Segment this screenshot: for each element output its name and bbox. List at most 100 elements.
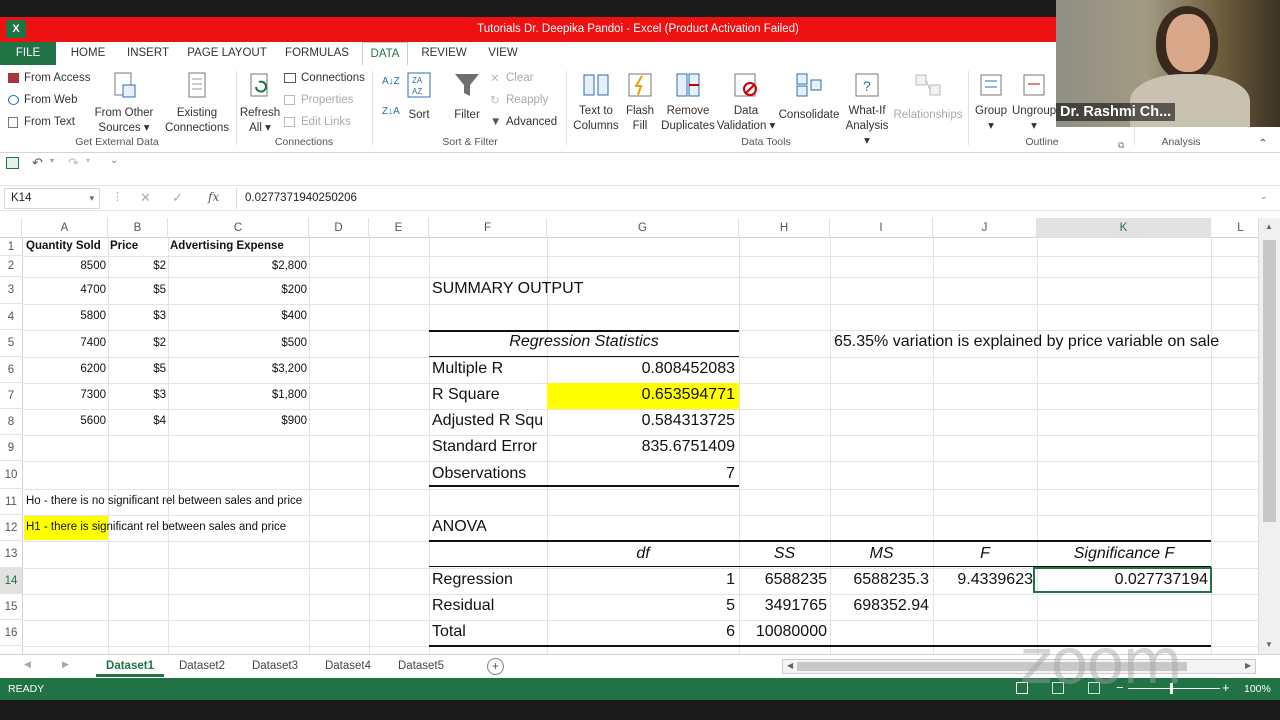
cell-j13[interactable]: F (933, 545, 1037, 563)
from-other-sources-button[interactable]: From Other Sources ▾ (92, 71, 156, 136)
scroll-down-icon[interactable]: ▼ (1265, 640, 1273, 649)
column-header[interactable]: E (369, 218, 429, 238)
insert-function-icon[interactable]: fx (208, 190, 219, 204)
cell-a6[interactable]: 6200 (22, 363, 106, 375)
row-header[interactable]: 6 (0, 357, 22, 383)
cell-g6[interactable]: 0.808452083 (547, 360, 735, 378)
column-header[interactable]: J (933, 218, 1037, 238)
cell-g13[interactable]: df (547, 545, 739, 563)
ungroup-button[interactable]: Ungroup ▾ (1012, 71, 1056, 134)
remove-duplicates-button[interactable]: Remove Duplicates (660, 71, 716, 134)
cell-j14[interactable]: 9.4339623 (933, 571, 1033, 589)
column-header[interactable]: C (168, 218, 309, 238)
advanced-filter-button[interactable]: ▼ Advanced (490, 115, 557, 129)
row-header[interactable]: 11 (0, 489, 22, 515)
cell-k14-selected[interactable]: 0.027737194 (1033, 567, 1212, 593)
collapse-ribbon-icon[interactable]: ⌃ (1258, 137, 1268, 151)
column-header[interactable]: H (739, 218, 830, 238)
cell-c3[interactable]: $200 (168, 284, 307, 296)
cell-b6[interactable]: $5 (108, 363, 166, 375)
cell-c8[interactable]: $900 (168, 415, 307, 427)
cell-i15[interactable]: 698352.94 (830, 597, 929, 615)
column-header[interactable]: I (830, 218, 933, 238)
redo-icon[interactable]: ↷ (68, 155, 79, 171)
reapply-button[interactable]: ↻ Reapply (490, 93, 548, 107)
cell-a12[interactable]: H1 - there is significant rel between sa… (26, 521, 286, 533)
expand-formula-bar-icon[interactable]: ⌄ (1260, 191, 1268, 202)
name-box-dropdown-icon[interactable]: ▾ (89, 189, 94, 208)
tab-review[interactable]: REVIEW (418, 42, 470, 65)
name-box[interactable]: K14 ▾ (4, 188, 100, 209)
cell-i14[interactable]: 6588235.3 (830, 571, 929, 589)
connections-button[interactable]: Connections (284, 71, 365, 85)
relationships-button[interactable]: Relationships (892, 71, 964, 123)
vertical-scrollbar[interactable]: ▲ ▼ (1258, 218, 1280, 654)
cell-c1[interactable]: Advertising Expense (170, 240, 284, 252)
horizontal-scrollbar[interactable]: ◀ ▶ (782, 659, 1256, 674)
consolidate-button[interactable]: Consolidate (776, 71, 842, 123)
row-header[interactable]: 8 (0, 409, 22, 435)
cell-a2[interactable]: 8500 (22, 260, 106, 272)
cell-f6[interactable]: Multiple R (432, 360, 503, 378)
scroll-thumb[interactable] (1263, 240, 1276, 522)
add-sheet-icon[interactable]: + (487, 658, 504, 675)
cell-b7[interactable]: $3 (108, 389, 166, 401)
cell-a5[interactable]: 7400 (22, 337, 106, 349)
cell-g16[interactable]: 6 (547, 623, 735, 641)
row-header[interactable]: 5 (0, 330, 22, 357)
row-header[interactable]: 3 (0, 277, 22, 304)
cell-k13[interactable]: Significance F (1037, 545, 1211, 563)
tab-file[interactable]: FILE (0, 42, 56, 65)
zoom-level[interactable]: 100% (1244, 683, 1271, 695)
row-header[interactable]: 13 (0, 541, 22, 568)
cancel-entry-icon[interactable]: ✕ (140, 190, 151, 206)
cell-a7[interactable]: 7300 (22, 389, 106, 401)
scroll-left-icon[interactable]: ◀ (787, 661, 793, 670)
row-header-selected[interactable]: 14 (0, 568, 22, 594)
text-to-columns-button[interactable]: Text to Columns (570, 71, 622, 134)
cell-a11[interactable]: Ho - there is no significant rel between… (26, 495, 302, 507)
sheet-tab-dataset2[interactable]: Dataset2 (168, 655, 236, 677)
redo-dropdown-icon[interactable]: ▾ (86, 156, 90, 165)
data-validation-button[interactable]: Data Validation ▾ (716, 71, 776, 134)
row-header[interactable]: 9 (0, 435, 22, 461)
column-header-selected[interactable]: K (1037, 218, 1211, 238)
sheet-tab-dataset3[interactable]: Dataset3 (241, 655, 309, 677)
row-header[interactable]: 15 (0, 594, 22, 620)
cell-b4[interactable]: $3 (108, 310, 166, 322)
tab-data[interactable]: DATA (362, 42, 408, 65)
filter-button[interactable]: Filter (448, 71, 486, 123)
cell-g9[interactable]: 835.6751409 (547, 438, 735, 456)
column-header[interactable]: F (429, 218, 547, 238)
cell-f9[interactable]: Standard Error (432, 438, 546, 456)
group-button[interactable]: Group ▾ (970, 71, 1012, 134)
cell-g10[interactable]: 7 (547, 465, 735, 483)
row-header[interactable]: 10 (0, 461, 22, 489)
cell-a1[interactable]: Quantity Sold (26, 240, 101, 252)
undo-icon[interactable]: ↶ (32, 155, 43, 171)
sort-ascending-button[interactable]: A↓Z (382, 75, 400, 89)
cell-f10[interactable]: Observations (432, 465, 526, 483)
row-header[interactable]: 2 (0, 256, 22, 277)
tab-formulas[interactable]: FORMULAS (282, 42, 352, 65)
flash-fill-button[interactable]: Flash Fill (622, 71, 658, 134)
cell-a3[interactable]: 4700 (22, 284, 106, 296)
sheet-tab-dataset4[interactable]: Dataset4 (314, 655, 382, 677)
cell-f12[interactable]: ANOVA (432, 518, 487, 536)
scroll-up-icon[interactable]: ▲ (1265, 222, 1273, 231)
select-all-corner[interactable] (0, 218, 22, 238)
cell-i13[interactable]: MS (830, 545, 933, 563)
existing-connections-button[interactable]: Existing Connections (162, 71, 232, 136)
cell-f8[interactable]: Adjusted R Squ (432, 412, 546, 430)
cell-g14[interactable]: 1 (547, 571, 735, 589)
customize-qat-icon[interactable]: ⌄ (110, 155, 118, 166)
worksheet-grid[interactable]: A B C D E F G H I J K L 1 2 3 4 5 6 7 8 … (0, 218, 1258, 654)
sort-descending-button[interactable]: Z↓A (382, 105, 400, 119)
zoom-in-icon[interactable]: + (1222, 680, 1230, 695)
row-header[interactable]: 12 (0, 515, 22, 541)
column-header[interactable]: L (1211, 218, 1258, 238)
from-text-button[interactable]: From Text (8, 115, 75, 129)
from-access-button[interactable]: From Access (8, 71, 90, 85)
row-header[interactable]: 7 (0, 383, 22, 409)
tab-page-layout[interactable]: PAGE LAYOUT (186, 42, 268, 65)
